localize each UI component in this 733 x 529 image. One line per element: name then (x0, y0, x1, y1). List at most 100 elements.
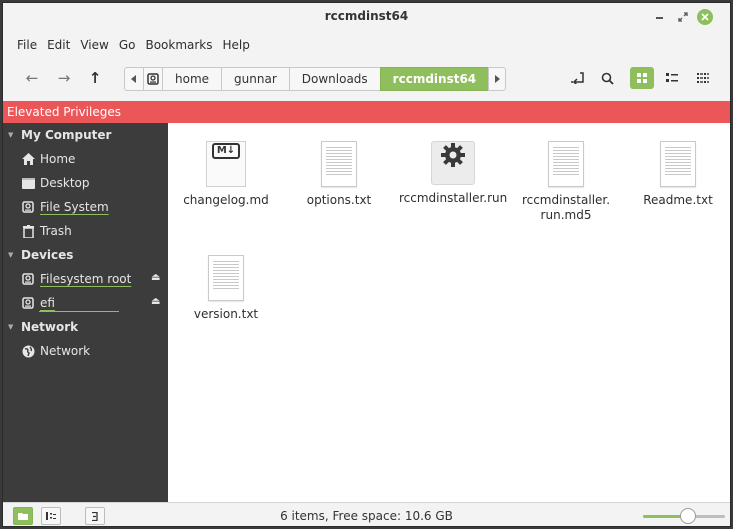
sidebar-item-home[interactable]: Home (3, 147, 168, 171)
title-bar[interactable]: rccmdinst64 (3, 3, 730, 31)
text-file-icon (321, 141, 357, 187)
triangle-right-icon (495, 75, 501, 83)
sidebar-item-label: efi (40, 296, 55, 310)
sidebar-section-title: Devices (21, 248, 74, 262)
compact-list-icon (697, 73, 709, 83)
file-manager-window: rccmdinst64 File Edit View Go Bookmarks … (2, 2, 731, 527)
menu-help[interactable]: Help (218, 35, 255, 55)
zoom-slider-handle[interactable] (680, 508, 696, 524)
menu-bookmarks[interactable]: Bookmarks (140, 35, 217, 55)
triangle-left-icon (131, 75, 136, 83)
minimize-button[interactable] (650, 8, 668, 26)
list-view-button[interactable] (660, 67, 684, 89)
sidebar-item-filesystem-root[interactable]: Filesystem root ⏏ (3, 267, 168, 291)
file-item[interactable]: M↓ changelog.md (176, 141, 276, 208)
desktop-icon (21, 176, 35, 190)
file-name: Readme.txt (643, 193, 713, 207)
maximize-icon (678, 12, 688, 22)
drive-icon (21, 272, 35, 286)
file-item[interactable]: rccmdinstaller.run (399, 141, 507, 206)
arrow-up-icon: ↑ (88, 69, 102, 87)
icon-view-button[interactable] (630, 67, 654, 89)
disk-usage-bar (39, 311, 119, 312)
menu-edit[interactable]: Edit (42, 35, 75, 55)
sidebar-item-label: Network (40, 344, 91, 358)
home-icon (21, 152, 35, 166)
breadcrumb-scroll-left-button[interactable] (124, 67, 144, 91)
forward-button[interactable]: → (53, 67, 75, 89)
search-button[interactable] (595, 67, 619, 89)
sidebar-section-my-computer[interactable]: ▼ My Computer (3, 123, 168, 147)
location-toggle-icon (571, 72, 584, 84)
file-name: options.txt (306, 193, 372, 207)
breadcrumb-current-folder[interactable]: rccmdinst64 (379, 67, 490, 91)
menu-bar: File Edit View Go Bookmarks Help (3, 35, 255, 55)
file-name: rccmdinstaller.run (399, 191, 508, 205)
file-item[interactable]: version.txt (176, 255, 276, 322)
list-icon (666, 73, 678, 82)
arrow-left-icon: ← (25, 69, 39, 87)
drive-icon (21, 200, 35, 214)
sidebar-item-label: File System (40, 200, 109, 214)
breadcrumb-gunnar[interactable]: gunnar (221, 67, 290, 91)
menu-view[interactable]: View (75, 35, 113, 55)
file-name: changelog.md (183, 193, 269, 207)
sidebar-item-label: Home (40, 152, 76, 166)
toolbar: ← → ↑ home gunnar Downloads rccmdinst64 (3, 61, 730, 95)
expander-icon: ▼ (8, 323, 14, 331)
sidebar-section-title: My Computer (21, 128, 112, 142)
elevated-privileges-banner: Elevated Privileges (3, 101, 730, 123)
menu-go[interactable]: Go (114, 35, 141, 55)
file-name: version.txt (193, 307, 259, 321)
sidebar-item-label: Trash (40, 224, 72, 238)
file-view[interactable]: M↓ changelog.md options.txt rccmdinstall… (168, 123, 730, 502)
file-item[interactable]: options.txt (289, 141, 389, 208)
markdown-icon: M↓ (206, 141, 246, 187)
maximize-button[interactable] (674, 8, 692, 26)
search-icon (601, 72, 614, 85)
breadcrumb-downloads[interactable]: Downloads (288, 67, 381, 91)
breadcrumb-home[interactable]: home (162, 67, 223, 91)
up-button[interactable]: ↑ (84, 67, 106, 89)
file-name-line: rccmdinstaller. (521, 193, 611, 207)
text-file-icon (660, 141, 696, 187)
sidebar-item-network[interactable]: Network (3, 339, 168, 363)
file-item[interactable]: Readme.txt (628, 141, 728, 208)
breadcrumb-drive-button[interactable] (143, 67, 163, 91)
back-button[interactable]: ← (21, 67, 43, 89)
eject-icon[interactable]: ⏏ (151, 296, 160, 307)
sidebar-item-file-system[interactable]: File System (3, 195, 168, 219)
drive-icon (21, 296, 35, 310)
file-name-line: run.md5 (540, 208, 592, 222)
toggle-location-button[interactable] (566, 67, 590, 89)
network-icon (21, 344, 35, 358)
breadcrumb: home gunnar Downloads rccmdinst64 (124, 67, 507, 91)
close-button[interactable] (697, 9, 713, 25)
trash-icon (21, 224, 35, 238)
close-icon (701, 13, 709, 21)
sidebar-section-devices[interactable]: ▼ Devices (3, 243, 168, 267)
executable-gear-icon (431, 141, 475, 185)
file-item[interactable]: rccmdinstaller. run.md5 (516, 141, 616, 223)
expander-icon: ▼ (8, 131, 14, 139)
file-name: rccmdinstaller. run.md5 (516, 193, 616, 223)
sidebar-item-trash[interactable]: Trash (3, 219, 168, 243)
sidebar-section-title: Network (21, 320, 79, 334)
eject-icon[interactable]: ⏏ (151, 272, 160, 283)
sidebar-item-desktop[interactable]: Desktop (3, 171, 168, 195)
sidebar: ▼ My Computer Home Desktop File System T… (3, 123, 168, 502)
text-file-icon (548, 141, 584, 187)
compact-view-button[interactable] (691, 67, 715, 89)
drive-icon (147, 73, 159, 85)
arrow-right-icon: → (57, 69, 71, 87)
window-title: rccmdinst64 (324, 9, 409, 23)
breadcrumb-scroll-right-button[interactable] (488, 67, 507, 91)
grid-icon (637, 73, 647, 83)
sidebar-section-network[interactable]: ▼ Network (3, 315, 168, 339)
expander-icon: ▼ (8, 251, 14, 259)
status-bar: 6 items, Free space: 10.6 GB (3, 502, 730, 526)
menu-file[interactable]: File (3, 35, 42, 55)
sidebar-item-label: Filesystem root (40, 272, 132, 286)
zoom-slider[interactable] (643, 508, 725, 524)
sidebar-item-efi[interactable]: efi ⏏ (3, 291, 168, 315)
